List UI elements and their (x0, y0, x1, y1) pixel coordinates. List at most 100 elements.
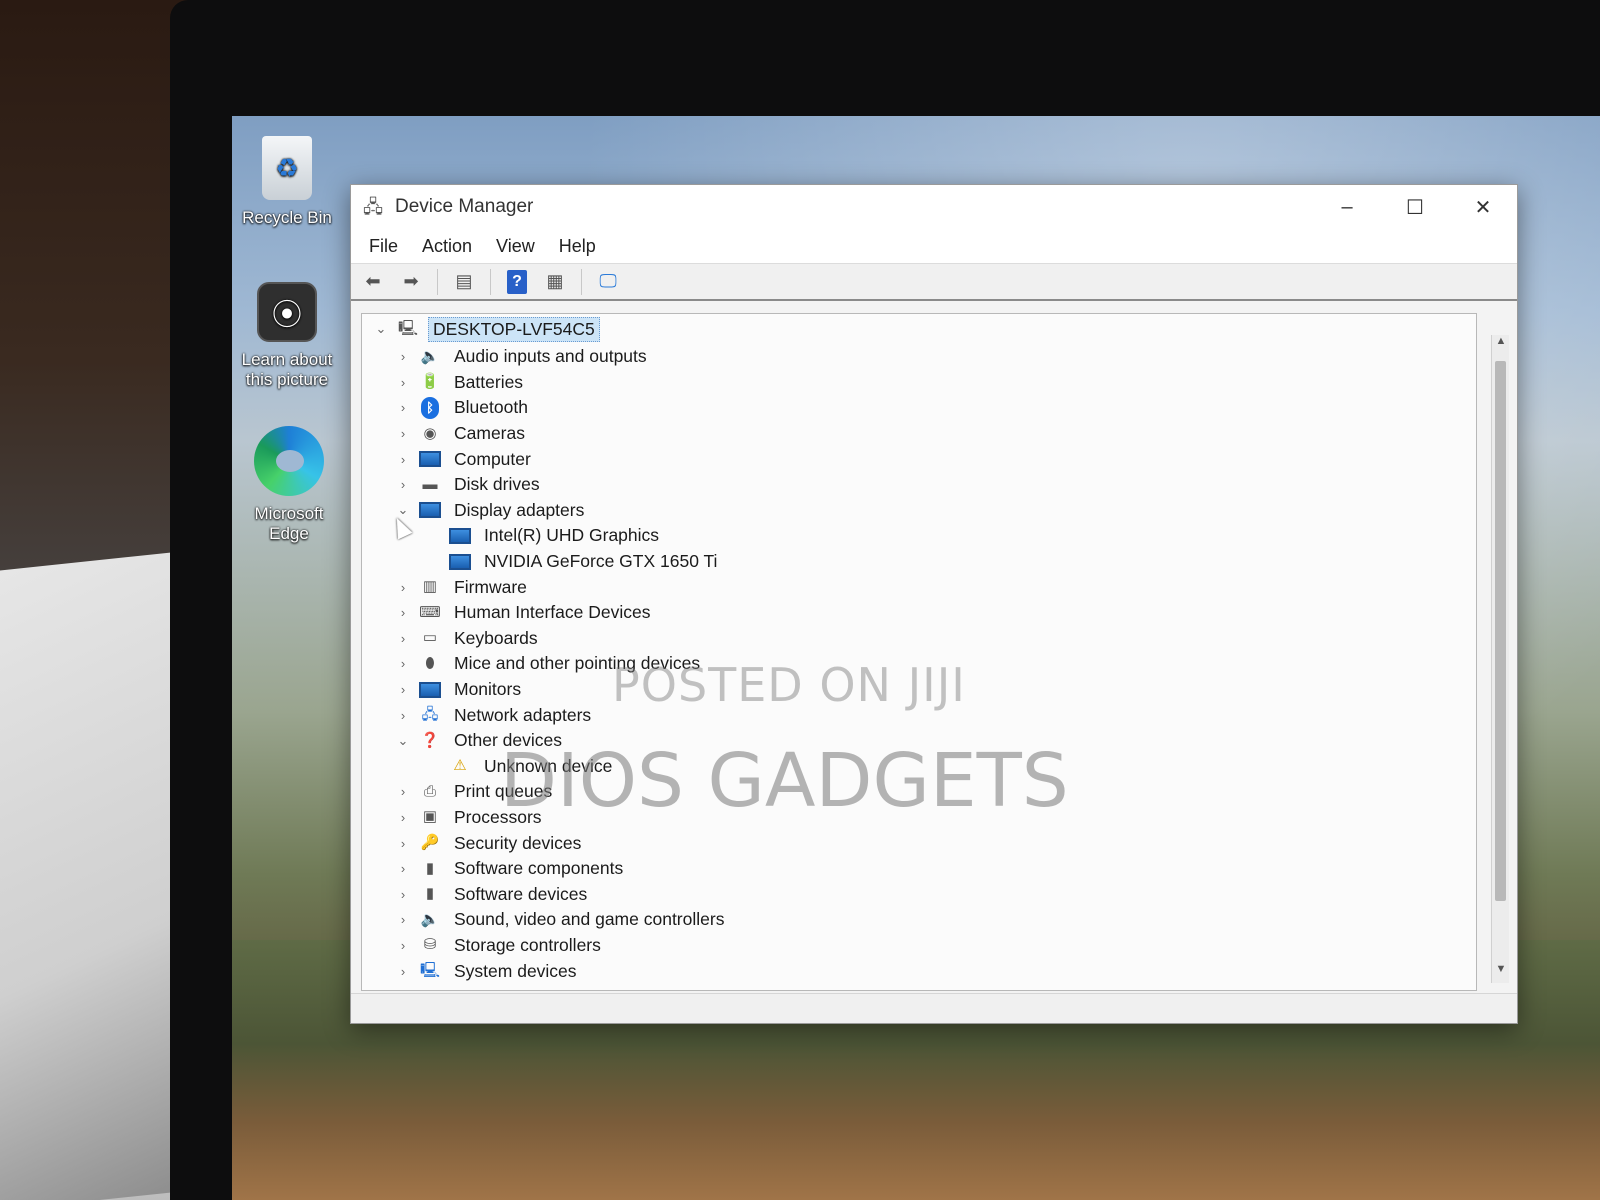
menu-view[interactable]: View (484, 236, 547, 257)
tree-item-bluetooth[interactable]: › ᛒ Bluetooth (362, 395, 1476, 421)
speaker-icon: 🔈 (420, 910, 440, 928)
tree-item-label: Monitors (454, 679, 522, 700)
tree-item-label: Software devices (454, 883, 588, 904)
chevron-right-icon[interactable]: › (392, 887, 414, 902)
desktop-icon-learn-picture[interactable]: ⦿ Learn about this picture (232, 282, 342, 390)
chevron-right-icon[interactable]: › (392, 682, 414, 697)
tree-item-storage-controllers[interactable]: › ⛁ Storage controllers (362, 933, 1476, 959)
desktop-icon-edge[interactable]: Microsoft Edge (234, 426, 344, 544)
chevron-right-icon[interactable]: › (392, 810, 414, 825)
title-bar[interactable]: 🖧 Device Manager – ☐ ✕ (351, 185, 1517, 229)
tree-root[interactable]: ⌄ 🖳 DESKTOP-LVF54C5 (362, 314, 1476, 344)
tree-item-batteries[interactable]: › 🔋 Batteries (362, 370, 1476, 396)
chevron-right-icon[interactable]: › (392, 964, 414, 979)
chevron-right-icon[interactable]: › (392, 349, 414, 364)
help-button[interactable]: ? (501, 268, 533, 296)
tree-item-label: Audio inputs and outputs (454, 346, 647, 367)
toolbar-separator (437, 268, 438, 295)
status-bar (351, 993, 1517, 1023)
back-arrow-icon[interactable]: ⬅ (357, 268, 389, 296)
chevron-right-icon[interactable]: › (392, 452, 414, 467)
close-button[interactable]: ✕ (1449, 185, 1517, 229)
chevron-down-icon[interactable]: ⌄ (370, 321, 392, 337)
storage-icon: ⛁ (423, 936, 437, 954)
chevron-right-icon[interactable]: › (392, 708, 414, 723)
maximize-button[interactable]: ☐ (1381, 185, 1449, 229)
recycle-bin-icon: ♻ (262, 136, 312, 200)
tree-item-security-devices[interactable]: › 🔑 Security devices (362, 830, 1476, 856)
tree-item-label: Firmware (454, 576, 527, 597)
tree-item-disk-drives[interactable]: › ▬ Disk drives (362, 472, 1476, 498)
chevron-down-icon[interactable]: ⌄ (392, 733, 414, 749)
desktop-icon-label: Microsoft Edge (254, 504, 324, 543)
tree-item-software-components[interactable]: › ▮ Software components (362, 856, 1476, 882)
desktop-icon-recycle-bin[interactable]: ♻ Recycle Bin (232, 136, 342, 228)
tree-item-software-devices[interactable]: › ▮ Software devices (362, 881, 1476, 907)
chevron-right-icon[interactable]: › (392, 836, 414, 851)
chevron-right-icon[interactable]: › (392, 375, 414, 390)
chevron-right-icon[interactable]: › (392, 605, 414, 620)
tree-item-system-devices[interactable]: › 🖳 System devices (362, 958, 1476, 984)
other-devices-icon: ❓ (420, 731, 440, 749)
scan-hardware-icon[interactable]: 🖵 (592, 268, 624, 296)
chevron-right-icon[interactable]: › (392, 938, 414, 953)
minimize-button[interactable]: – (1313, 185, 1381, 229)
printer-icon: ⎙ (423, 782, 436, 800)
chevron-right-icon[interactable]: › (392, 631, 414, 646)
display-adapter-icon (418, 500, 442, 520)
chevron-right-icon[interactable]: › (392, 912, 414, 927)
forward-arrow-icon[interactable]: ➡ (395, 268, 427, 296)
toolbar: ⬅ ➡ ▤ ? ▦ 🖵 (351, 263, 1517, 301)
tree-item-hid[interactable]: › ⌨ Human Interface Devices (362, 600, 1476, 626)
bluetooth-icon: ᛒ (418, 396, 442, 419)
edge-icon (254, 426, 324, 496)
tree-item-display-adapters[interactable]: ⌄ Display adapters (362, 498, 1476, 524)
chevron-right-icon[interactable]: › (392, 656, 414, 671)
tree-item-label: System devices (454, 960, 577, 981)
watermark-line2: DIOS GADGETS (500, 738, 1069, 824)
chevron-right-icon[interactable]: › (392, 580, 414, 595)
window-controls: – ☐ ✕ (1313, 185, 1517, 229)
menu-action[interactable]: Action (410, 236, 484, 257)
tree-item-computer[interactable]: › Computer (362, 446, 1476, 472)
tree-child-nvidia-graphics[interactable]: NVIDIA GeForce GTX 1650 Ti (362, 549, 1476, 575)
tree-child-intel-graphics[interactable]: Intel(R) UHD Graphics (362, 523, 1476, 549)
vertical-scrollbar[interactable]: ▲ ▼ (1491, 335, 1509, 983)
chevron-right-icon[interactable]: › (392, 784, 414, 799)
tree-item-label: Network adapters (454, 704, 592, 725)
battery-icon: 🔋 (420, 373, 440, 391)
tree-item-audio[interactable]: › 🔈 Audio inputs and outputs (362, 344, 1476, 370)
desktop-icon-label: Recycle Bin (242, 208, 332, 227)
menu-help[interactable]: Help (547, 236, 608, 257)
learn-about-picture-icon: ⦿ (257, 282, 317, 342)
tree-item-label: NVIDIA GeForce GTX 1650 Ti (484, 551, 718, 572)
chevron-right-icon[interactable]: › (392, 400, 414, 415)
firmware-icon: ▥ (422, 578, 438, 596)
chevron-right-icon[interactable]: › (392, 426, 414, 441)
tree-item-keyboards[interactable]: › ▭ Keyboards (362, 626, 1476, 652)
scroll-up-arrow-icon[interactable]: ▲ (1492, 335, 1510, 355)
device-manager-icon: 🖧 (363, 197, 384, 217)
chevron-right-icon[interactable]: › (392, 477, 414, 492)
tree-item-sound-video[interactable]: › 🔈 Sound, video and game controllers (362, 907, 1476, 933)
properties-icon[interactable]: ▤ (448, 268, 480, 296)
device-tree: ⌄ 🖳 DESKTOP-LVF54C5 › 🔈 Audio inputs and… (361, 313, 1477, 991)
menu-file[interactable]: File (357, 236, 410, 257)
view-icon[interactable]: ▦ (539, 268, 571, 296)
tree-item-label: Computer (454, 448, 531, 469)
monitor-icon (418, 449, 442, 469)
scrollbar-thumb[interactable] (1495, 361, 1506, 901)
computer-icon: 🖳 (397, 320, 418, 337)
tree-item-label: Keyboards (454, 627, 538, 648)
chevron-right-icon[interactable]: › (392, 861, 414, 876)
tree-item-label: Batteries (454, 371, 524, 392)
toolbar-separator (490, 268, 491, 295)
watermark-line1: POSTED ON JIJI (612, 658, 966, 712)
tree-item-cameras[interactable]: › ◉ Cameras (362, 421, 1476, 447)
tree-item-label: Display adapters (454, 499, 585, 520)
hid-icon: ⌨ (419, 603, 441, 621)
help-icon: ? (507, 269, 527, 294)
scroll-down-arrow-icon[interactable]: ▼ (1492, 963, 1510, 983)
tree-item-label: Intel(R) UHD Graphics (484, 525, 660, 546)
tree-item-firmware[interactable]: › ▥ Firmware (362, 574, 1476, 600)
